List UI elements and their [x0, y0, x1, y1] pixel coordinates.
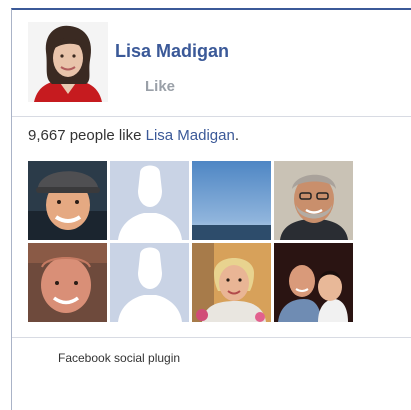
default-avatar-icon	[110, 243, 189, 322]
fan-face[interactable]	[274, 161, 353, 240]
face-photo-woman	[192, 243, 271, 322]
page-header: Lisa Madigan Like	[28, 22, 408, 102]
like-count-text: 9,667 people like Lisa Madigan.	[28, 127, 239, 144]
like-count: 9,667	[28, 127, 66, 144]
face-photo-bald	[28, 243, 107, 322]
like-button[interactable]: Like	[145, 78, 175, 95]
page-name-inline-link[interactable]: Lisa Madigan	[146, 127, 235, 144]
fan-face[interactable]	[28, 161, 107, 240]
page-name-link[interactable]: Lisa Madigan	[115, 41, 229, 62]
default-avatar-icon	[110, 161, 189, 240]
like-count-suffix: people like	[65, 127, 146, 144]
fan-face[interactable]	[110, 161, 189, 240]
like-box-plugin: Lisa Madigan Like 9,667 people like Lisa…	[11, 8, 411, 410]
social-plugin-footer: Facebook social plugin	[58, 351, 181, 365]
face-photo-child	[274, 243, 353, 322]
footer-divider	[12, 337, 411, 338]
fan-faces-grid	[28, 161, 356, 322]
header-divider	[12, 116, 411, 117]
like-count-period: .	[234, 127, 240, 144]
fan-face[interactable]	[274, 243, 353, 322]
fan-face[interactable]	[192, 161, 271, 240]
fan-face[interactable]	[110, 243, 189, 322]
fan-face[interactable]	[192, 243, 271, 322]
page-profile-picture[interactable]	[28, 22, 108, 102]
face-photo-beard	[274, 161, 353, 240]
face-photo-hat	[28, 161, 107, 240]
face-photo-sky	[192, 161, 271, 240]
fan-face[interactable]	[28, 243, 107, 322]
